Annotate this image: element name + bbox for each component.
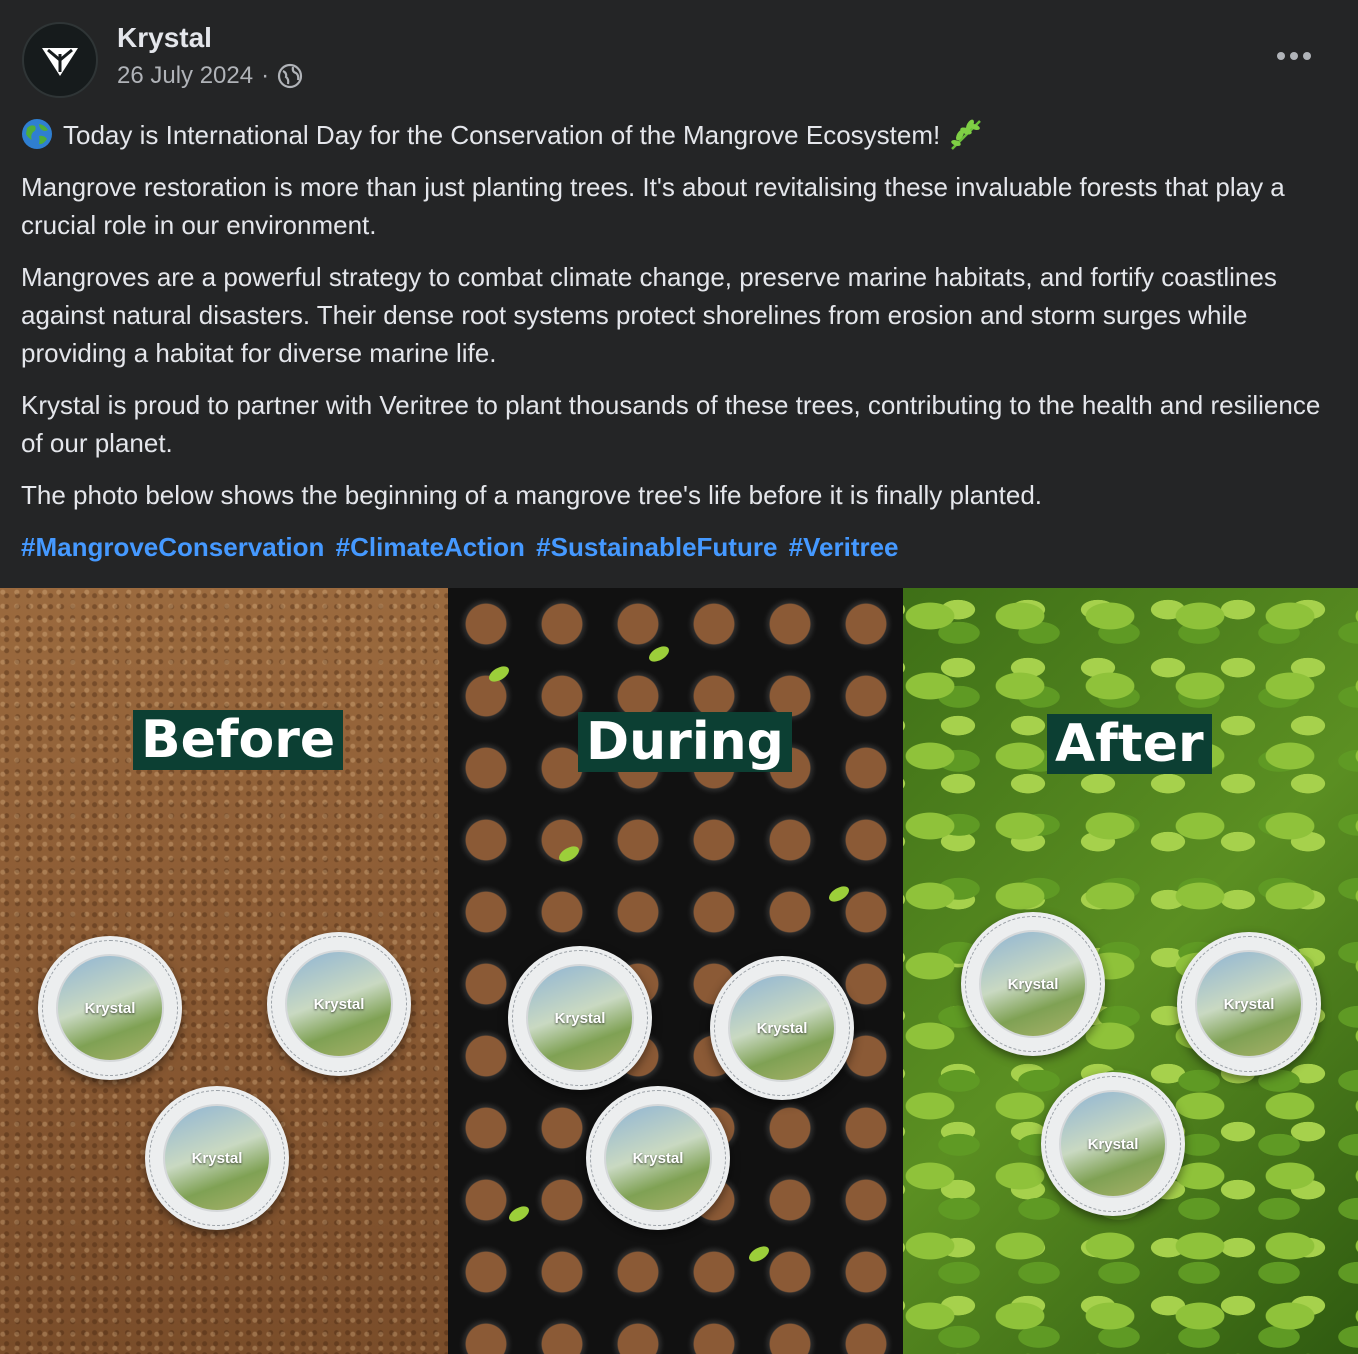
globe-icon[interactable] bbox=[277, 63, 303, 89]
krystal-badge: Krystal bbox=[267, 932, 411, 1076]
hashtag-link[interactable]: #SustainableFuture bbox=[536, 532, 777, 562]
badge-ring bbox=[590, 1090, 726, 1226]
seedling bbox=[486, 663, 512, 685]
post-header: Krystal 26 July 2024 · bbox=[0, 0, 1358, 110]
after-label: After bbox=[1047, 714, 1212, 774]
author-avatar[interactable] bbox=[22, 22, 98, 98]
before-panel: Before Krystal Krystal Krystal bbox=[0, 588, 448, 1354]
before-label: Before bbox=[133, 710, 344, 770]
krystal-badge: Krystal bbox=[38, 936, 182, 1080]
post-line-1: Today is International Day for the Conse… bbox=[21, 116, 1331, 154]
earth-globe-icon bbox=[21, 118, 53, 150]
meta-separator: · bbox=[261, 62, 270, 89]
badge-ring bbox=[965, 916, 1101, 1052]
more-options-icon[interactable] bbox=[1270, 38, 1318, 74]
krystal-badge: Krystal bbox=[710, 956, 854, 1100]
hashtag-link[interactable]: #Veritree bbox=[789, 532, 899, 562]
krystal-badge: Krystal bbox=[1177, 932, 1321, 1076]
krystal-logo-icon bbox=[42, 48, 78, 76]
badge-ring bbox=[42, 940, 178, 1076]
post-heading: Today is International Day for the Conse… bbox=[63, 120, 941, 150]
post-date[interactable]: 26 July 2024 bbox=[117, 62, 253, 90]
krystal-badge: Krystal bbox=[961, 912, 1105, 1056]
seedling bbox=[826, 883, 852, 905]
post-paragraph-4: Krystal is proud to partner with Veritre… bbox=[21, 390, 1321, 458]
facebook-post: Krystal 26 July 2024 · Today is Internat… bbox=[0, 0, 1358, 1354]
krystal-badge: Krystal bbox=[1041, 1072, 1185, 1216]
seedling bbox=[746, 1243, 772, 1265]
badge-ring bbox=[714, 960, 850, 1096]
seedling bbox=[506, 1203, 532, 1225]
more-dot bbox=[1290, 52, 1298, 60]
after-panel: After Krystal Krystal Krystal bbox=[903, 588, 1358, 1354]
herb-icon bbox=[948, 117, 984, 151]
post-paragraph-5: The photo below shows the beginning of a… bbox=[21, 480, 1043, 510]
hashtag-link[interactable]: #ClimateAction bbox=[336, 532, 525, 562]
post-text: Today is International Day for the Conse… bbox=[21, 116, 1331, 580]
badge-ring bbox=[149, 1090, 285, 1226]
seedling bbox=[646, 643, 672, 665]
post-meta: 26 July 2024 · bbox=[117, 62, 303, 90]
during-label: During bbox=[578, 712, 792, 772]
hashtags: #MangroveConservation #ClimateAction #Su… bbox=[21, 528, 1331, 566]
hashtag-link[interactable]: #MangroveConservation bbox=[21, 532, 324, 562]
krystal-badge: Krystal bbox=[145, 1086, 289, 1230]
badge-ring bbox=[1045, 1076, 1181, 1212]
badge-ring bbox=[512, 950, 648, 1086]
during-panel: During Krystal Krystal Krystal bbox=[448, 588, 903, 1354]
seedling bbox=[556, 843, 582, 865]
krystal-badge: Krystal bbox=[508, 946, 652, 1090]
author-name[interactable]: Krystal bbox=[117, 22, 212, 54]
badge-ring bbox=[1181, 936, 1317, 1072]
more-dot bbox=[1277, 52, 1285, 60]
more-dot bbox=[1303, 52, 1311, 60]
post-photo[interactable]: Before Krystal Krystal Krystal During Kr… bbox=[0, 588, 1358, 1354]
krystal-badge: Krystal bbox=[586, 1086, 730, 1230]
post-paragraph-3: Mangroves are a powerful strategy to com… bbox=[21, 262, 1277, 368]
badge-ring bbox=[271, 936, 407, 1072]
post-paragraph-2: Mangrove restoration is more than just p… bbox=[21, 172, 1285, 240]
